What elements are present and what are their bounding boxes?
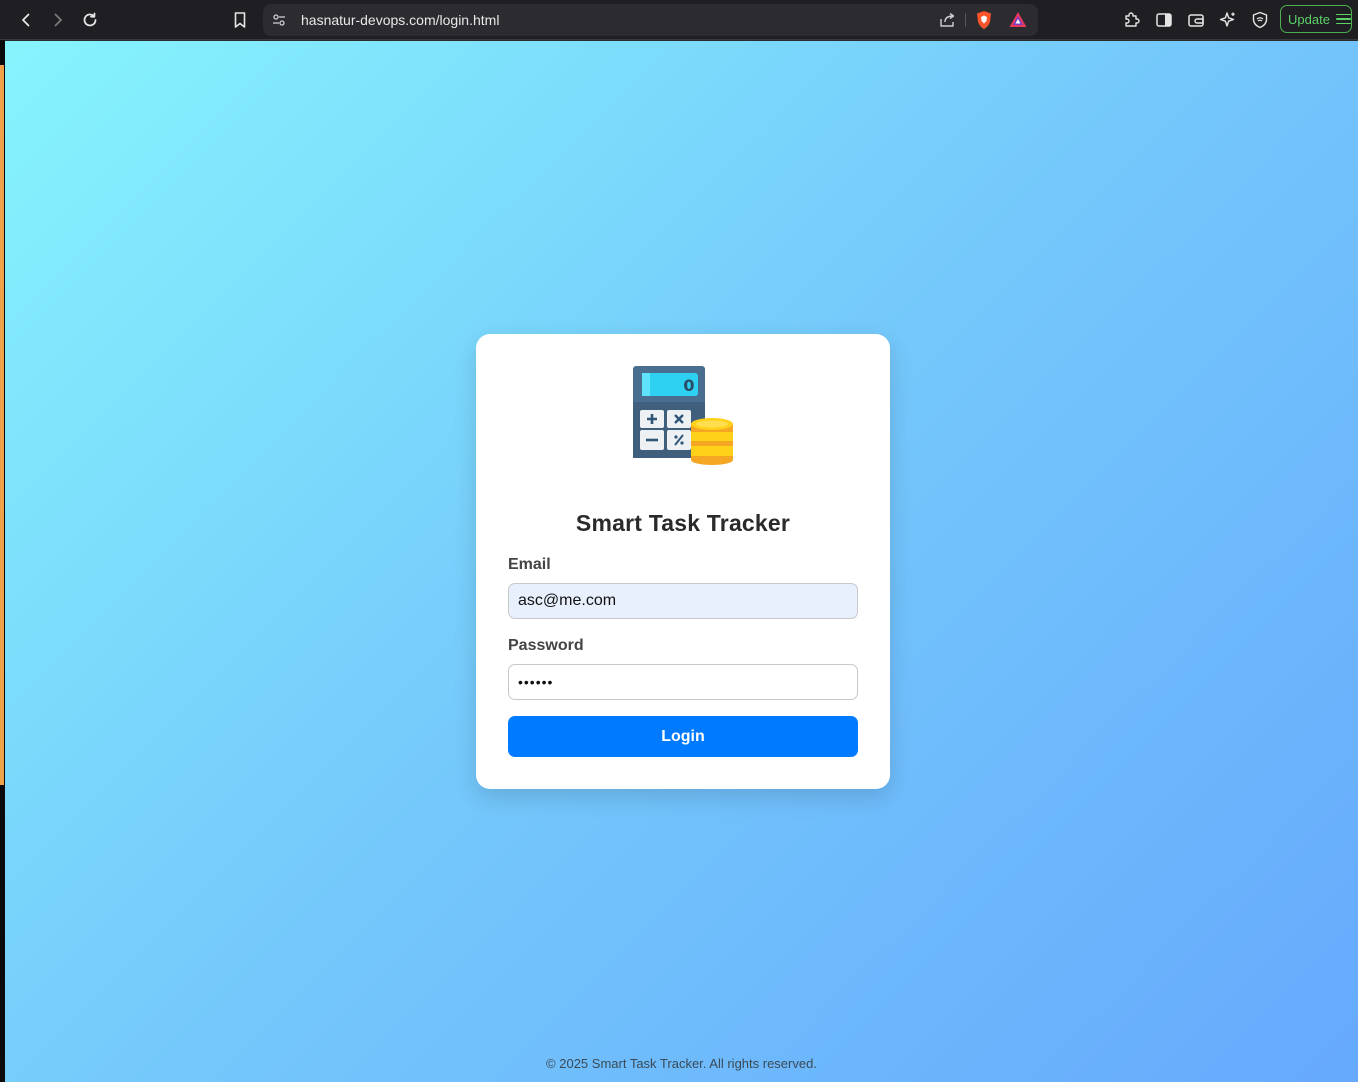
- email-label: Email: [508, 556, 551, 573]
- password-label: Password: [508, 637, 584, 654]
- leo-ai-icon[interactable]: [1214, 6, 1242, 34]
- background-window-accent: [0, 65, 4, 785]
- browser-toolbar: hasnatur-devops.com/login.html Update: [0, 0, 1358, 40]
- password-field[interactable]: ••••••: [508, 664, 858, 700]
- extensions-icon[interactable]: [1118, 6, 1146, 34]
- calculator-display-text: 0: [683, 376, 694, 395]
- login-card: 0 Smart Task Tracker Email asc@me.com Pa…: [476, 334, 890, 789]
- update-label: Update: [1288, 11, 1330, 27]
- brave-shield-icon[interactable]: [974, 10, 994, 30]
- brave-rewards-icon[interactable]: [1008, 10, 1028, 30]
- menu-icon: [1335, 13, 1351, 25]
- url-text[interactable]: hasnatur-devops.com/login.html: [301, 12, 499, 28]
- address-bar[interactable]: hasnatur-devops.com/login.html: [263, 4, 1038, 36]
- reload-icon[interactable]: [76, 6, 104, 34]
- update-button[interactable]: Update: [1280, 5, 1352, 33]
- app-title: Smart Task Tracker: [575, 510, 791, 536]
- password-value: ••••••: [518, 674, 554, 690]
- site-info-icon[interactable]: [270, 11, 288, 29]
- vpn-icon[interactable]: [1246, 6, 1274, 34]
- divider: [965, 13, 966, 27]
- sidebar-icon[interactable]: [1150, 6, 1178, 34]
- bookmark-icon[interactable]: [226, 6, 254, 34]
- email-field[interactable]: asc@me.com: [508, 583, 858, 619]
- email-value: asc@me.com: [518, 592, 617, 609]
- login-button[interactable]: Login: [508, 716, 858, 757]
- footer-copyright: © 2025 Smart Task Tracker. All rights re…: [546, 1056, 817, 1071]
- calculator-coins-icon: 0: [631, 364, 735, 468]
- share-icon[interactable]: [937, 10, 957, 30]
- page-viewport: 0 Smart Task Tracker Email asc@me.com Pa…: [5, 41, 1358, 1082]
- back-icon[interactable]: [12, 6, 40, 34]
- wallet-icon[interactable]: [1182, 6, 1210, 34]
- forward-icon[interactable]: [44, 6, 72, 34]
